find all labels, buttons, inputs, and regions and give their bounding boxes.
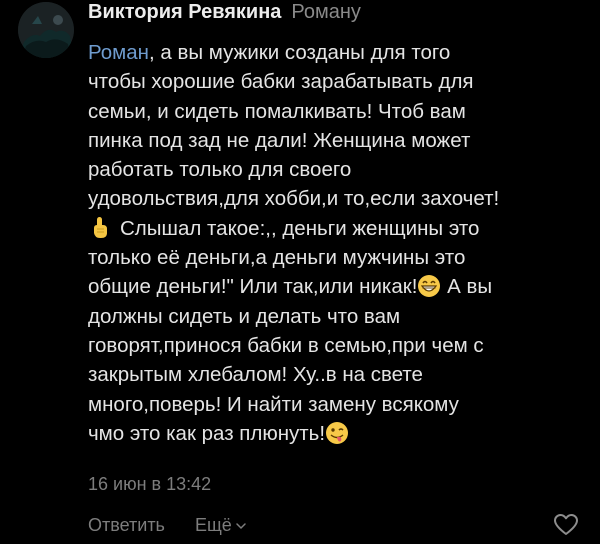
text-line: Роман, а вы мужики созданы для того (88, 38, 588, 67)
text-line: семьи, и сидеть помалкивать! Чтоб вам (88, 99, 466, 123)
text-line: должны сидеть и делать что вам (88, 304, 401, 328)
text-line: чтобы хорошие бабки зарабатывать для (88, 70, 474, 94)
text-fragment: общие деньги!" Или так,или никак! (88, 275, 418, 299)
text-fragment: чмо это как раз плюнуть! (88, 421, 326, 445)
text-fragment: А вы (441, 275, 493, 299)
more-button[interactable]: Ещё (195, 515, 247, 536)
text-line: удовольствия,для хобби,и то,если захочет… (88, 187, 500, 211)
heart-outline-icon (554, 514, 578, 535)
comment: Виктория Ревякина Роману Роман, а вы муж… (0, 0, 600, 544)
avatar-image (18, 2, 74, 58)
text-line: только её деньги,а деньги мужчины это (88, 246, 466, 270)
winking-tongue-emoji-icon (325, 421, 349, 445)
comment-actions: Ответить Ещё (88, 515, 247, 536)
text-line: Слышал такое:,, деньги женщины это (88, 214, 588, 243)
text-line: закрытым хлебалом! Ху..в на свете (88, 363, 423, 387)
text-line: много,поверь! И найти замену всякому (88, 392, 459, 416)
comment-text: Роман, а вы мужики созданы для того чтоб… (88, 38, 588, 448)
text-line: общие деньги!" Или так,или никак! А вы (88, 272, 588, 301)
text-fragment: , а вы мужики созданы для того (149, 41, 451, 64)
avatar[interactable] (18, 2, 74, 58)
text-fragment: Слышал такое:,, деньги женщины это (120, 216, 480, 240)
text-line: чмо это как раз плюнуть! (88, 419, 588, 448)
text-line: пинка под зад не дали! Женщина может (88, 128, 471, 152)
comment-header: Виктория Ревякина Роману (88, 1, 361, 29)
mention-link[interactable]: Роман (88, 41, 149, 64)
text-line: говорят,принося бабки в семью,при чем с (88, 333, 484, 357)
pointing-down-emoji-icon (88, 216, 108, 240)
chevron-down-icon (235, 520, 247, 532)
reply-to-name[interactable]: Роману (291, 1, 361, 24)
like-button[interactable] (552, 511, 580, 539)
more-label: Ещё (194, 515, 232, 535)
text-line: работать только для своего (88, 158, 352, 182)
author-name[interactable]: Виктория Ревякина (88, 1, 281, 24)
grinning-emoji-icon (417, 274, 441, 298)
comment-timestamp[interactable]: 16 июн в 13:42 (88, 474, 211, 495)
reply-button[interactable]: Ответить (88, 515, 165, 536)
